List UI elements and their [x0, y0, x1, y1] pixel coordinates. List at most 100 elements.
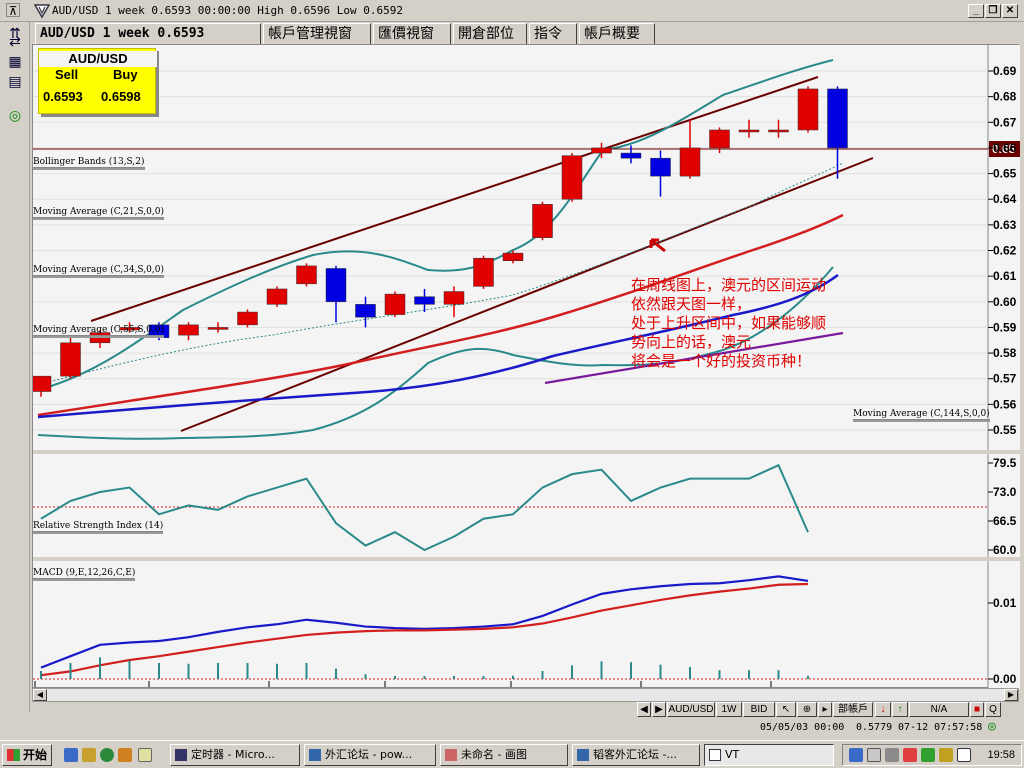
- tray-misc-icon[interactable]: [939, 748, 953, 762]
- pin-icon[interactable]: ⊼: [6, 3, 20, 18]
- pair-button[interactable]: AUD/USD: [667, 702, 715, 717]
- histogram-bar: [659, 664, 662, 679]
- histogram-bar: [364, 674, 367, 679]
- connection-icon: ◎: [988, 719, 996, 734]
- period-button[interactable]: 1W: [716, 702, 742, 717]
- ma144-label[interactable]: Moving Average (C,144,S,0,0): [853, 409, 990, 420]
- na-field[interactable]: N/A: [909, 702, 969, 717]
- annotation-line: 依然跟天图一样，: [631, 296, 751, 313]
- start-button[interactable]: 开始: [2, 744, 52, 766]
- quote-box[interactable]: AUD/USD Sell Buy 0.6593 0.6598: [38, 48, 157, 114]
- candle-body: [591, 147, 612, 154]
- pane-separator: [988, 450, 1020, 454]
- scroll-left-icon[interactable]: ◀: [33, 689, 47, 701]
- histogram-bar: [777, 670, 780, 679]
- sell-label: Sell: [55, 67, 79, 82]
- close-button[interactable]: ✕: [1002, 4, 1018, 18]
- candle-body: [296, 265, 317, 285]
- annotation-line: 将会是一个好的投资币种！: [631, 353, 811, 370]
- tray-monitor-icon[interactable]: [867, 748, 881, 762]
- scroll-right-icon[interactable]: ▶: [1004, 689, 1018, 701]
- target-icon[interactable]: ◎: [5, 106, 25, 126]
- task-paint[interactable]: 未命名 - 画图: [440, 744, 568, 766]
- tab-account-summary[interactable]: 帳戶概要: [579, 23, 655, 45]
- swap-icon[interactable]: ⇄: [5, 32, 25, 52]
- candle-body: [797, 88, 819, 131]
- task-vt[interactable]: VT: [704, 744, 834, 766]
- task-label: 韬客外汇论坛 -...: [593, 748, 677, 761]
- paint-icon: [445, 749, 457, 761]
- price-tick-label: 0.69: [993, 64, 1017, 78]
- task-timer[interactable]: 定时器 - Micro...: [170, 744, 300, 766]
- cursor-icon[interactable]: ↖: [776, 702, 796, 717]
- histogram-bar: [512, 675, 514, 679]
- account-button[interactable]: 部帳戶: [833, 702, 873, 717]
- histogram-bar: [600, 661, 603, 679]
- task-forum-2[interactable]: 韬客外汇论坛 -...: [572, 744, 700, 766]
- prev-icon[interactable]: ◀: [637, 702, 651, 717]
- bid-button[interactable]: BID: [743, 702, 775, 717]
- taskbar: 开始 定时器 - Micro... 外汇论坛 - pow... 未命名 - 画图…: [0, 740, 1024, 768]
- histogram-bar: [571, 665, 573, 679]
- tray-app-icon[interactable]: [903, 748, 917, 762]
- media-icon[interactable]: [118, 748, 132, 762]
- vt-icon: [709, 749, 721, 761]
- bollinger-label[interactable]: Bollinger Bands (13,S,2): [33, 157, 145, 168]
- candle-body: [266, 288, 288, 305]
- rsi-line: [40, 463, 809, 552]
- window-title: AUD/USD 1 week 0.6593 00:00:00 High 0.65…: [52, 4, 403, 17]
- histogram-bar: [69, 663, 72, 679]
- tray-volume-icon[interactable]: [885, 748, 899, 762]
- histogram-bar: [630, 662, 632, 679]
- histogram-bar: [40, 671, 42, 679]
- chart-area[interactable]: 0.65 0.69 0.68 0.67 0.66 0.65 0.64 0.63 0.62 0.6…: [32, 44, 1020, 689]
- tray-network-icon[interactable]: [849, 748, 863, 762]
- ma55-label[interactable]: Moving Average (C,55,S,0,0): [33, 325, 164, 336]
- minimize-button[interactable]: _: [968, 4, 984, 18]
- tab-quotes[interactable]: 匯價視窗: [373, 23, 451, 45]
- candle-body: [620, 152, 642, 159]
- browser-icon[interactable]: [100, 748, 114, 762]
- tab-open-positions[interactable]: 開倉部位: [453, 23, 527, 45]
- desktop-icon[interactable]: [64, 748, 78, 762]
- price-tick-label: 0.58: [993, 346, 1017, 360]
- task-forum[interactable]: 外汇论坛 - pow...: [304, 744, 436, 766]
- horizontal-scrollbar[interactable]: ◀ ▶: [32, 688, 1019, 702]
- candle-body: [561, 155, 583, 200]
- tab-orders[interactable]: 指令: [529, 23, 577, 45]
- zoom-icon[interactable]: ⊕: [797, 702, 817, 717]
- ma21-label[interactable]: Moving Average (C,21,S,0,0): [33, 207, 164, 218]
- layout-icon[interactable]: ▤: [5, 72, 25, 92]
- task-label: VT: [725, 748, 740, 761]
- more-icon[interactable]: ▸: [818, 702, 832, 717]
- restore-button[interactable]: ❐: [985, 4, 1001, 18]
- rsi-label[interactable]: Relative Strength Index (14): [33, 521, 164, 532]
- red-arrow-icon[interactable]: ↓: [875, 702, 891, 717]
- candle-body: [443, 291, 465, 305]
- query-button[interactable]: Q: [985, 702, 1001, 717]
- macd-label[interactable]: MACD (9,E,12,26,C,E): [33, 568, 136, 579]
- candle-body: [33, 375, 52, 392]
- histogram-bar: [453, 676, 455, 679]
- task-label: 定时器 - Micro...: [191, 748, 275, 761]
- candle-body: [827, 88, 848, 149]
- notepad-icon[interactable]: [138, 748, 152, 762]
- tab-account-manager[interactable]: 帳戶管理視窗: [263, 23, 371, 45]
- tray-vt-icon[interactable]: [957, 748, 971, 762]
- candle-body: [679, 147, 701, 177]
- tray-security-icon[interactable]: [921, 748, 935, 762]
- price-chart[interactable]: 0.65 0.69 0.68 0.67 0.66 0.65 0.64 0.63 0.62 0.6…: [33, 45, 1020, 689]
- grid-icon[interactable]: ▦: [5, 52, 25, 72]
- sell-price[interactable]: 0.6593: [43, 89, 83, 104]
- tab-chart[interactable]: AUD/USD 1 week 0.6593 00:00:00: [35, 23, 261, 61]
- stop-icon[interactable]: ■: [970, 702, 984, 717]
- candle-body: [650, 157, 671, 177]
- green-arrow-icon[interactable]: ↑: [892, 702, 908, 717]
- histogram-bar: [276, 663, 278, 679]
- quote-symbol: AUD/USD: [39, 51, 157, 67]
- next-icon[interactable]: ▶: [652, 702, 666, 717]
- left-toolbar: ⇈ ⇄ ▦ ▤ ◎: [0, 22, 30, 712]
- explorer-icon[interactable]: [82, 748, 96, 762]
- ma34-label[interactable]: Moving Average (C,34,S,0,0): [33, 265, 164, 276]
- buy-price[interactable]: 0.6598: [101, 89, 141, 104]
